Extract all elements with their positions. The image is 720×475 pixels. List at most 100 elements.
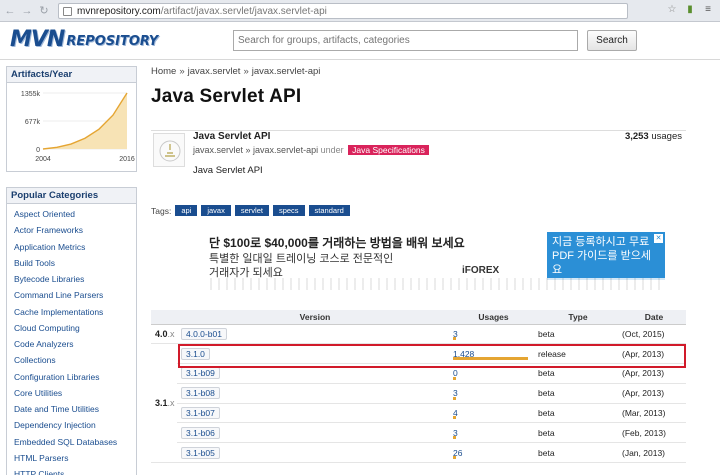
category-list: Aspect Oriented Actor Frameworks Applicati…: [7, 204, 136, 475]
date-cell: (Apr, 2013): [618, 363, 686, 384]
forward-icon[interactable]: →: [20, 4, 34, 18]
tag-api[interactable]: api: [175, 205, 198, 216]
version-group-suffix: .x: [167, 328, 175, 339]
address-bar[interactable]: mvnrepository.com/artifact/javax.servlet…: [58, 3, 628, 19]
usages-bar: [453, 436, 456, 440]
category-link[interactable]: Code Analyzers: [7, 336, 136, 352]
date-column-header: Date: [618, 310, 686, 325]
version-link[interactable]: 3.1.0: [181, 347, 210, 360]
menu-icon[interactable]: ≡: [702, 4, 714, 16]
version-group-label: 3.1: [155, 398, 168, 409]
breadcrumb-home[interactable]: Home: [151, 66, 176, 77]
version-cell: 3.1.0: [177, 343, 449, 365]
under-label: under: [320, 145, 344, 155]
table-row: 4.0.x 4.0.0-b01 3 beta (Oct, 2015): [151, 324, 686, 345]
usages-bar: [453, 357, 528, 361]
version-link[interactable]: 3.1-b06: [181, 426, 220, 439]
category-link[interactable]: HTML Parsers: [7, 450, 136, 466]
group-column-header: [151, 310, 177, 325]
sidebar: Artifacts/Year 1355k 677k 0 2004 2016 Popula…: [6, 66, 137, 475]
artifacts-year-chart: 1355k 677k 0 2004 2016: [7, 83, 136, 171]
bookmark-star-icon[interactable]: ☆: [666, 4, 678, 16]
tag-standard[interactable]: standard: [308, 205, 350, 216]
reload-icon[interactable]: ↻: [37, 4, 51, 18]
artifact-info: Java Servlet API javax.servlet » javax.s…: [151, 130, 686, 192]
tag-javax[interactable]: javax: [201, 205, 231, 216]
table-row: 3.1-b08 3 beta (Apr, 2013): [151, 383, 686, 404]
version-cell: 3.1-b06: [177, 422, 449, 444]
usages-cell: 3: [449, 383, 534, 404]
category-link[interactable]: Bytecode Libraries: [7, 271, 136, 287]
category-link[interactable]: Build Tools: [7, 255, 136, 271]
usages-column-header: Usages: [449, 310, 534, 325]
ad-headline: 단 $100로 $40,000를 거래하는 방법을 배워 보세요: [209, 236, 465, 250]
table-header-row: Version Usages Type Date: [151, 310, 686, 325]
version-link[interactable]: 3.1-b09: [181, 367, 220, 380]
search-input[interactable]: [233, 30, 578, 51]
artifact-icon: [153, 133, 185, 167]
table-row: 3.1-b05 26 beta (Jan, 2013): [151, 442, 686, 464]
extension-icon[interactable]: ▮: [684, 4, 696, 16]
category-link[interactable]: Date and Time Utilities: [7, 401, 136, 417]
artifact-group-link[interactable]: javax.servlet: [193, 145, 243, 155]
usages-count: 3,253 usages: [625, 131, 682, 142]
y-tick-label: 1355k: [21, 91, 41, 98]
version-link[interactable]: 3.1-b07: [181, 407, 220, 420]
date-cell: (Apr, 2013): [618, 383, 686, 404]
version-link[interactable]: 4.0.0-b01: [181, 327, 227, 340]
category-link[interactable]: Embedded SQL Databases: [7, 434, 136, 450]
usages-bar: [453, 337, 456, 341]
category-tag[interactable]: Java Specifications: [348, 145, 429, 155]
category-link[interactable]: Cloud Computing: [7, 320, 136, 336]
version-link[interactable]: 3.1-b05: [181, 446, 220, 459]
version-link[interactable]: 3.1-b08: [181, 387, 220, 400]
type-cell: beta: [534, 363, 618, 384]
tag-specs[interactable]: specs: [272, 205, 305, 216]
usages-number: 3,253: [624, 131, 649, 142]
category-link[interactable]: Application Metrics: [7, 239, 136, 255]
artifact-name: Java Servlet API: [193, 131, 271, 142]
site-header: MVN REPOSITORY Search: [0, 22, 720, 60]
ad-close-icon[interactable]: ✕: [654, 234, 663, 243]
x-tick-label: 2016: [119, 156, 135, 163]
usages-cell: 26: [449, 442, 534, 464]
usages-cell: 1,428: [449, 343, 534, 365]
type-cell: beta: [534, 403, 618, 424]
version-group-label: 4.0: [155, 328, 168, 339]
y-tick-label: 0: [36, 147, 40, 154]
tag-servlet[interactable]: servlet: [234, 205, 269, 216]
usages-cell: 3: [449, 324, 534, 345]
date-cell: (Oct, 2015): [618, 324, 686, 345]
category-link[interactable]: Configuration Libraries: [7, 369, 136, 385]
category-link[interactable]: Collections: [7, 352, 136, 368]
category-link[interactable]: Actor Frameworks: [7, 222, 136, 238]
artifacts-year-title: Artifacts/Year: [7, 67, 136, 83]
type-cell: release: [534, 343, 618, 365]
category-link[interactable]: Command Line Parsers: [7, 287, 136, 303]
category-link[interactable]: Cache Implementations: [7, 304, 136, 320]
url-host: mvnrepository.com: [77, 5, 161, 17]
category-link[interactable]: Aspect Oriented: [7, 206, 136, 222]
version-cell: 3.1-b09: [177, 363, 449, 384]
type-cell: beta: [534, 324, 618, 345]
back-icon[interactable]: ←: [3, 4, 17, 18]
version-cell: 3.1-b08: [177, 383, 449, 404]
table-row: 3.1.x 3.1.0 1,428 release (Apr, 2013): [151, 343, 686, 464]
versions-table: Version Usages Type Date 4.0.x 4.0.0-b01 3…: [151, 310, 686, 464]
category-link[interactable]: Dependency Injection: [7, 417, 136, 433]
popular-categories-title: Popular Categories: [7, 188, 136, 204]
category-link[interactable]: Core Utilities: [7, 385, 136, 401]
site-logo[interactable]: MVN REPOSITORY: [10, 27, 158, 52]
usages-bar: [453, 376, 456, 380]
search-button[interactable]: Search: [587, 30, 637, 51]
advertisement[interactable]: 단 $100로 $40,000를 거래하는 방법을 배워 보세요 특별한 일대일…: [204, 230, 666, 290]
category-link[interactable]: HTTP Clients: [7, 466, 136, 475]
breadcrumb-artifact: javax.servlet-api: [251, 66, 321, 77]
usages-bar: [453, 416, 456, 420]
table-row: 3.1-b07 4 beta (Mar, 2013): [151, 403, 686, 424]
type-cell: beta: [534, 422, 618, 444]
breadcrumb-group[interactable]: javax.servlet: [188, 66, 241, 77]
artifacts-chart-svg: 1355k 677k 0 2004 2016: [21, 91, 135, 163]
ad-cta[interactable]: 지금 등록하시고 무료 PDF 가이드를 받으세요 ✕: [547, 232, 665, 280]
tags-row: Tags: api javax servlet specs standard: [151, 205, 350, 216]
